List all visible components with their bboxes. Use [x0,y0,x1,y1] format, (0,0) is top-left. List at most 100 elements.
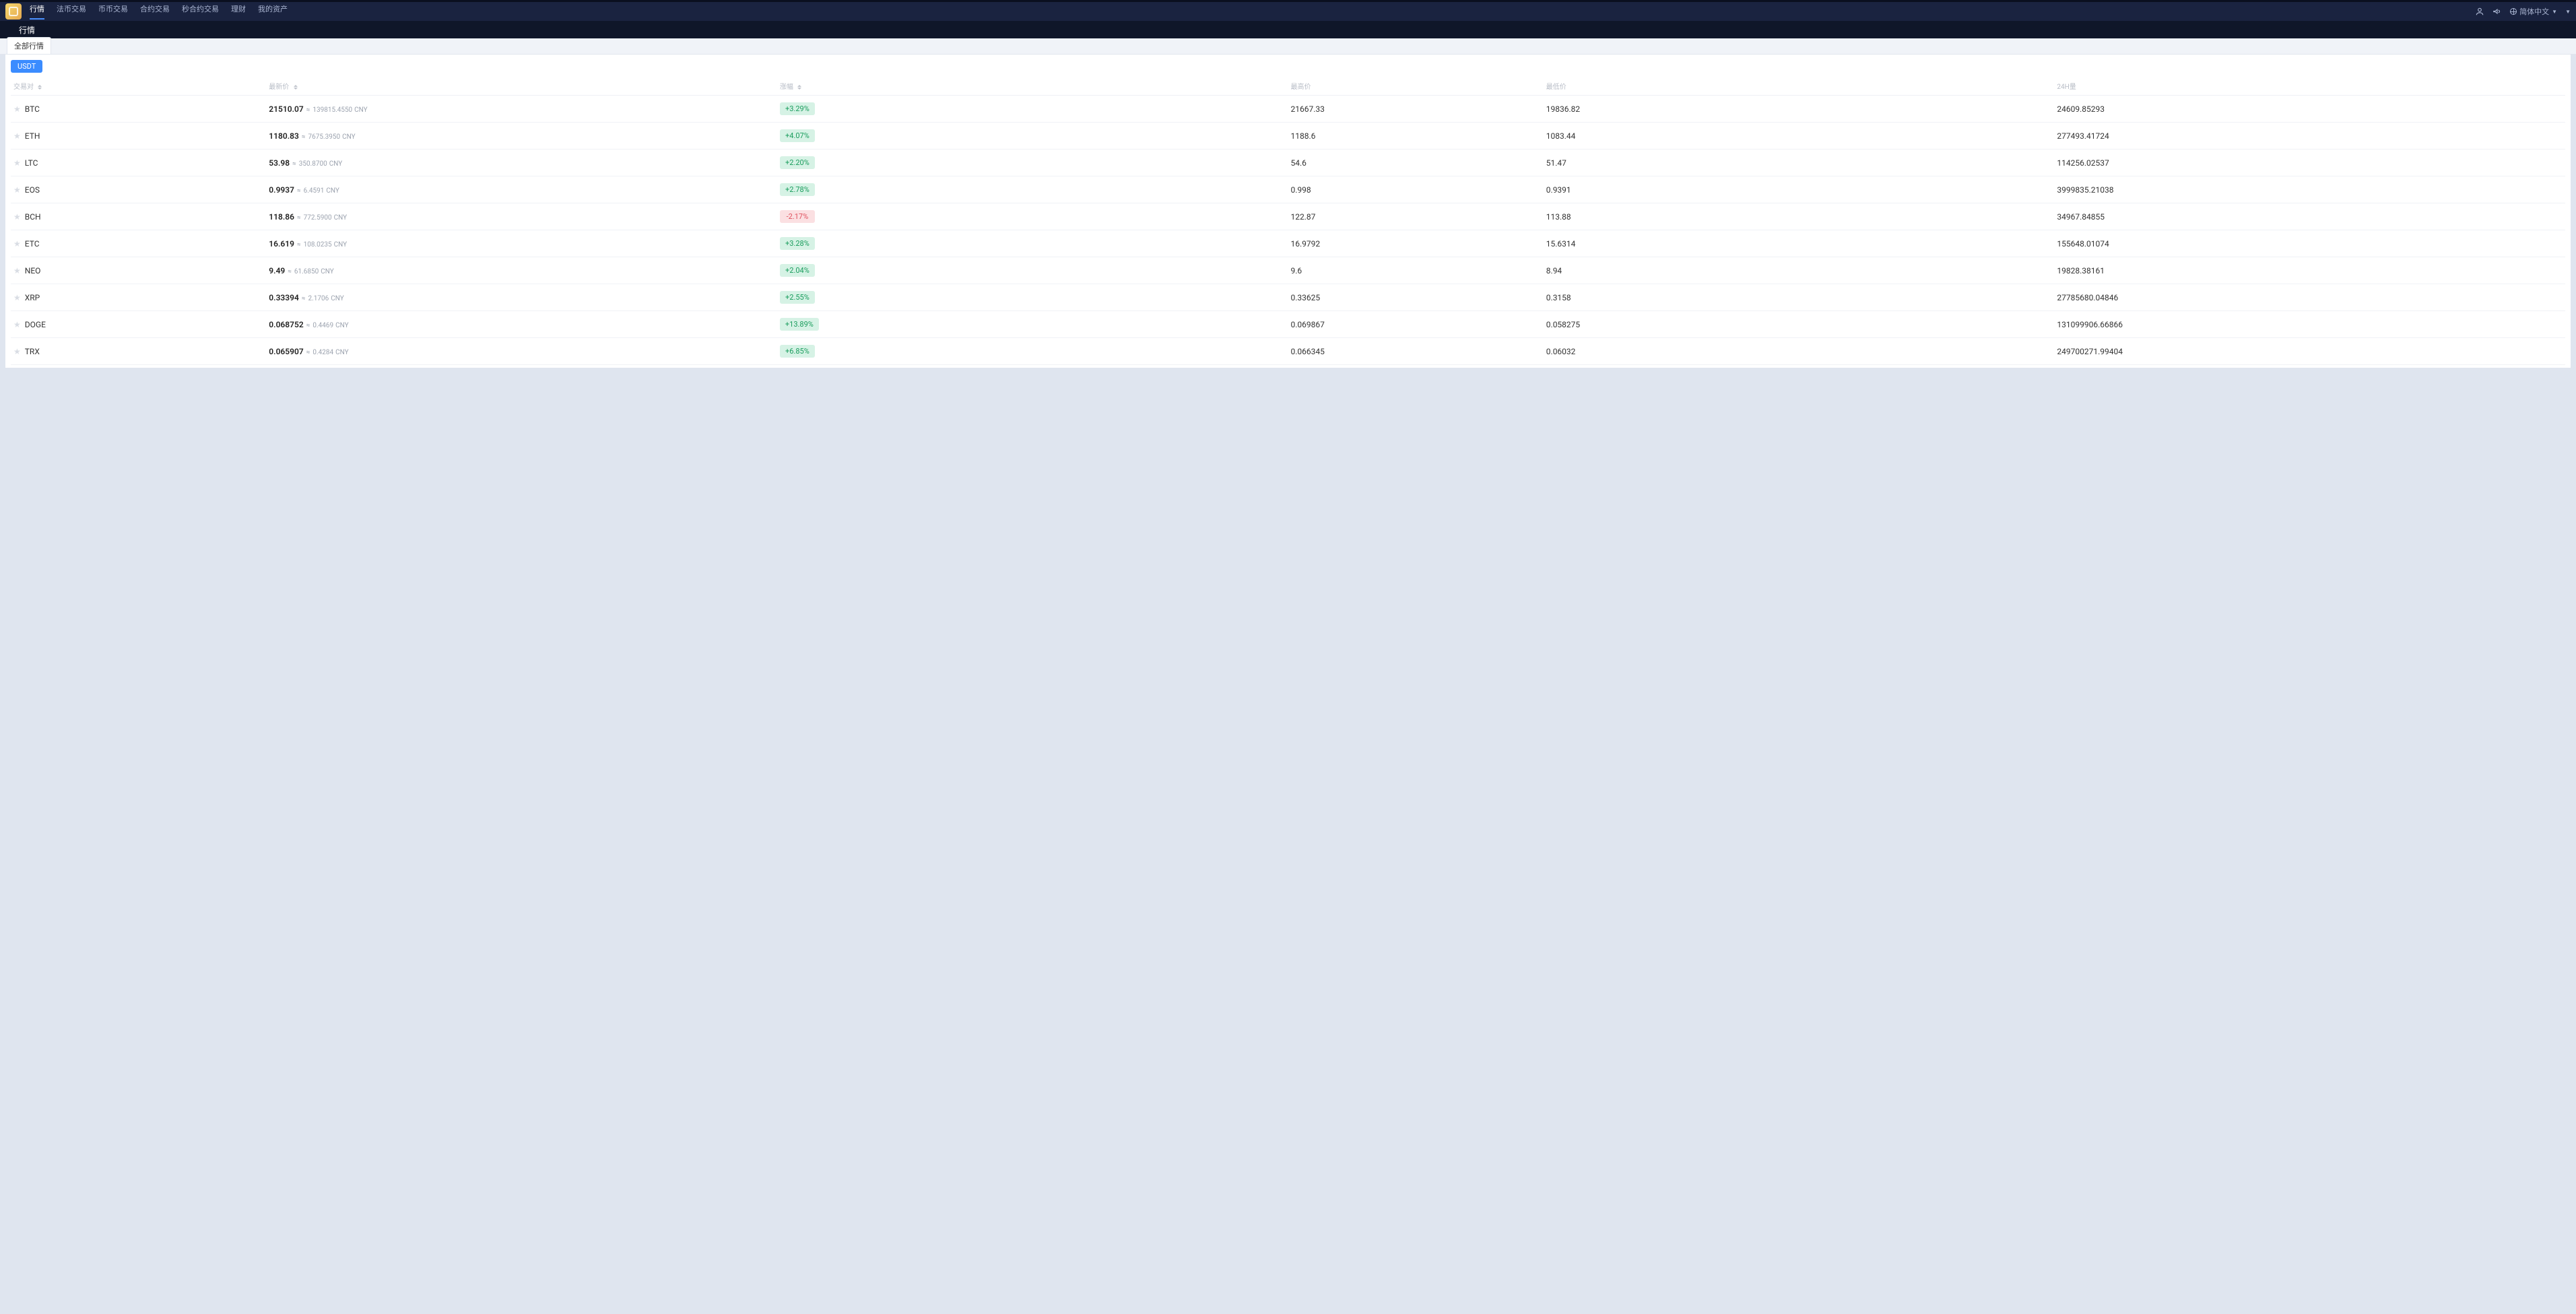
change-badge: +2.20% [780,156,815,169]
cny-price: 108.0235 [304,241,332,249]
change-badge: +3.28% [780,237,815,250]
cny-unit: CNY [331,295,344,302]
nav-link[interactable]: 行情 [30,3,44,20]
cny-unit: CNY [326,187,339,195]
cny-unit: CNY [334,241,348,249]
symbol: TRX [25,347,40,356]
volume-24h: 24609.85293 [2054,96,2565,123]
volume-24h: 114256.02537 [2054,150,2565,176]
approx-symbol: ≈ [288,268,292,275]
cny-unit: CNY [335,349,349,356]
market-row[interactable]: ★EOS0.9937≈6.4591 CNY+2.78%0.9980.939139… [11,176,2565,203]
nav-link[interactable]: 理财 [231,3,246,20]
nav-link[interactable]: 法币交易 [57,3,86,20]
low-price: 19836.82 [1544,96,2055,123]
favorite-star-icon[interactable]: ★ [13,104,21,114]
chevron-down-icon[interactable]: ▼ [2565,9,2571,15]
language-selector[interactable]: 简体中文 ▼ [2510,6,2557,17]
nav-link[interactable]: 合约交易 [140,3,170,20]
col-volume: 24H量 [2054,77,2565,96]
market-row[interactable]: ★LTC53.98≈350.8700 CNY+2.20%54.651.47114… [11,150,2565,176]
last-price: 0.33394 [269,293,299,302]
nav-link[interactable]: 我的资产 [258,3,288,20]
high-price: 0.066345 [1288,338,1543,365]
change-badge: +2.04% [780,264,815,277]
market-row[interactable]: ★DOGE0.068752≈0.4469 CNY+13.89%0.0698670… [11,311,2565,338]
nav-link[interactable]: 秒合约交易 [182,3,219,20]
sort-icon [797,85,801,90]
volume-24h: 277493.41724 [2054,123,2565,150]
quote-filter-usdt[interactable]: USDT [11,60,42,73]
change-badge: +4.07% [780,129,815,142]
approx-symbol: ≈ [306,106,310,114]
favorite-star-icon[interactable]: ★ [13,239,21,249]
volume-24h: 155648.01074 [2054,230,2565,257]
approx-symbol: ≈ [297,241,301,249]
approx-symbol: ≈ [302,133,306,141]
cny-unit: CNY [335,322,349,329]
market-row[interactable]: ★TRX0.065907≈0.4284 CNY+6.85%0.0663450.0… [11,338,2565,365]
low-price: 0.06032 [1544,338,2055,365]
symbol: BCH [25,212,41,222]
low-price: 0.058275 [1544,311,2055,338]
cny-price: 350.8700 [299,160,327,168]
change-badge: +6.85% [780,345,815,358]
favorite-star-icon[interactable]: ★ [13,266,21,275]
col-price[interactable]: 最新价 [266,77,777,96]
sub-navbar: 行情 [0,21,2576,38]
symbol: ETH [25,131,40,141]
market-row[interactable]: ★BTC21510.07≈139815.4550 CNY+3.29%21667.… [11,96,2565,123]
last-price: 118.86 [269,212,294,222]
volume-24h: 34967.84855 [2054,203,2565,230]
cny-price: 772.5900 [304,214,332,222]
favorite-star-icon[interactable]: ★ [13,320,21,329]
site-logo[interactable] [5,3,22,20]
symbol: DOGE [25,320,46,329]
high-price: 0.998 [1288,176,1543,203]
favorite-star-icon[interactable]: ★ [13,185,21,195]
change-badge: +2.78% [780,183,815,196]
cny-price: 0.4284 [312,349,333,356]
approx-symbol: ≈ [297,187,301,195]
nav-link[interactable]: 币币交易 [98,3,128,20]
approx-symbol: ≈ [292,160,296,168]
chevron-down-icon: ▼ [2552,9,2557,15]
low-price: 0.3158 [1544,284,2055,311]
col-low: 最低价 [1544,77,2055,96]
cny-price: 139815.4550 [312,106,352,114]
user-icon[interactable] [2475,7,2484,16]
main-navbar: 行情法币交易币币交易合约交易秒合约交易理财我的资产 简体中文 ▼ ▼ [0,2,2576,21]
cny-unit: CNY [321,268,334,275]
tab-bar: 全部行情 [0,38,2576,55]
high-price: 122.87 [1288,203,1543,230]
market-row[interactable]: ★NEO9.49≈61.6850 CNY+2.04%9.68.9419828.3… [11,257,2565,284]
change-badge: +13.89% [780,318,819,331]
market-row[interactable]: ★XRP0.33394≈2.1706 CNY+2.55%0.336250.315… [11,284,2565,311]
col-pair[interactable]: 交易对 [11,77,266,96]
symbol: NEO [25,266,41,275]
language-label: 简体中文 [2519,6,2549,17]
favorite-star-icon[interactable]: ★ [13,131,21,141]
favorite-star-icon[interactable]: ★ [13,158,21,168]
tab-all-markets[interactable]: 全部行情 [7,37,51,54]
market-row[interactable]: ★ETC16.619≈108.0235 CNY+3.28%16.979215.6… [11,230,2565,257]
change-badge: -2.17% [780,210,815,223]
low-price: 1083.44 [1544,123,2055,150]
symbol: ETC [25,239,40,249]
favorite-star-icon[interactable]: ★ [13,347,21,356]
favorite-star-icon[interactable]: ★ [13,293,21,302]
table-header-row: 交易对 最新价 涨幅 最高价 最低价 24H量 [11,77,2565,96]
announcement-icon[interactable] [2492,7,2502,16]
cny-price: 0.4469 [312,322,333,329]
last-price: 9.49 [269,266,285,275]
market-row[interactable]: ★ETH1180.83≈7675.3950 CNY+4.07%1188.6108… [11,123,2565,150]
change-badge: +3.29% [780,102,815,115]
symbol: LTC [25,158,38,168]
approx-symbol: ≈ [306,322,310,329]
change-badge: +2.55% [780,291,815,304]
cny-price: 2.1706 [308,295,329,302]
cny-unit: CNY [334,214,348,222]
favorite-star-icon[interactable]: ★ [13,212,21,222]
col-change[interactable]: 涨幅 [777,77,1288,96]
market-row[interactable]: ★BCH118.86≈772.5900 CNY-2.17%122.87113.8… [11,203,2565,230]
